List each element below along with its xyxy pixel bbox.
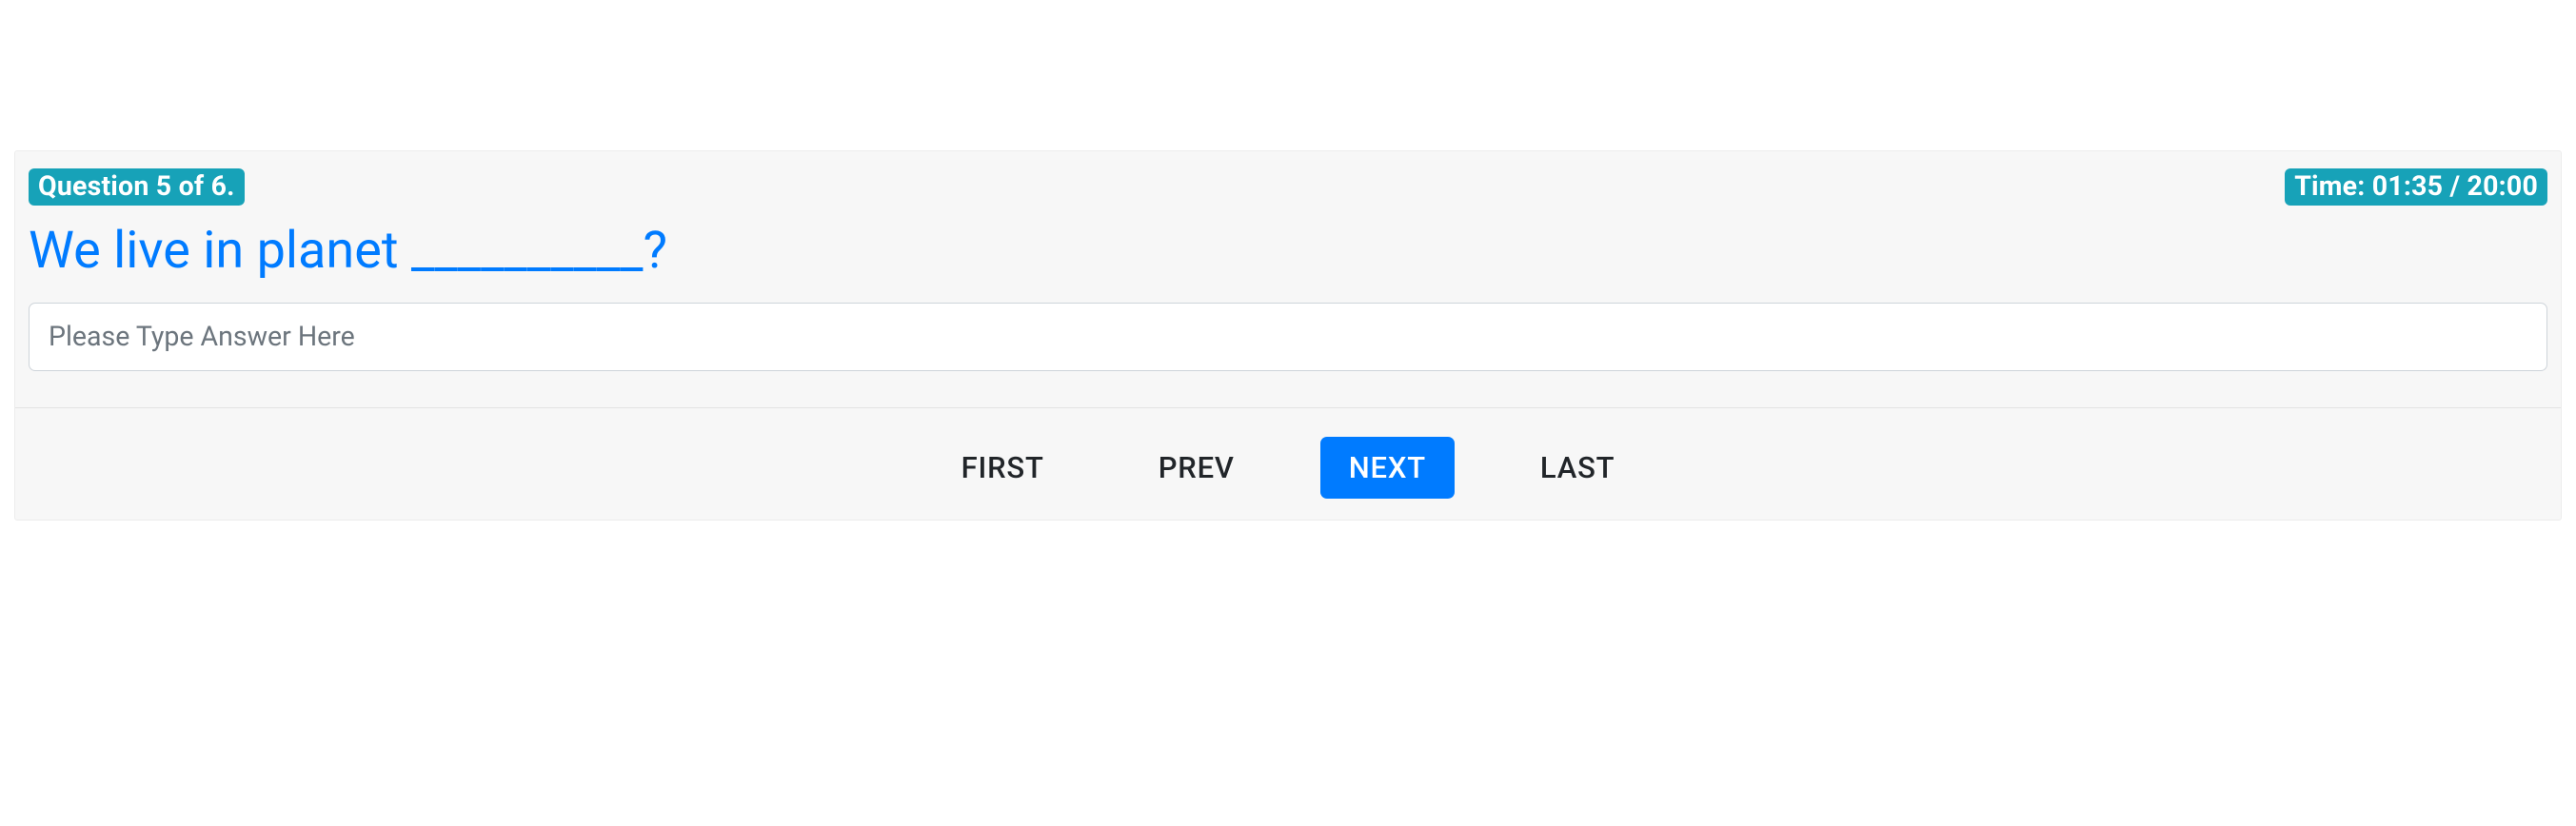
nav-row: FIRST PREV NEXT LAST xyxy=(15,408,2561,499)
next-button[interactable]: NEXT xyxy=(1320,437,1455,499)
question-number-badge: Question 5 of 6. xyxy=(29,168,245,206)
first-button[interactable]: FIRST xyxy=(933,437,1073,499)
time-badge: Time: 01:35 / 20:00 xyxy=(2285,168,2547,206)
question-text: We live in planet __________? xyxy=(15,206,2561,291)
prev-button[interactable]: PREV xyxy=(1130,437,1263,499)
answer-input[interactable] xyxy=(29,303,2547,371)
header-row: Question 5 of 6. Time: 01:35 / 20:00 xyxy=(15,168,2561,206)
last-button[interactable]: LAST xyxy=(1512,437,1643,499)
answer-input-wrap xyxy=(15,291,2561,371)
quiz-panel: Question 5 of 6. Time: 01:35 / 20:00 We … xyxy=(14,150,2562,521)
